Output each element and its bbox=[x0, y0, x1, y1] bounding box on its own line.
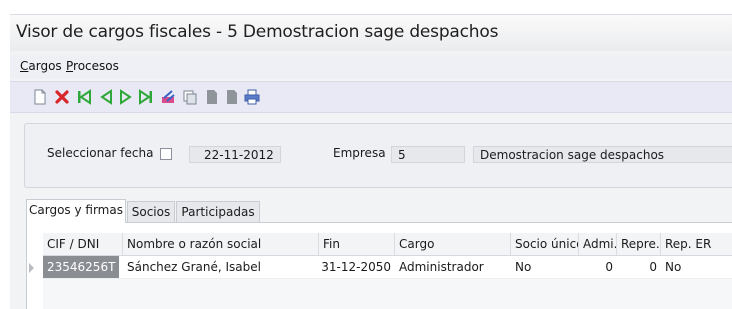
empresa-name-field: Demostracion sage despachos bbox=[473, 146, 732, 163]
app-window: Visor de cargos fiscales - 5 Demostracio… bbox=[10, 14, 732, 309]
cell-cif[interactable]: 23546256T bbox=[43, 256, 119, 278]
fecha-label: Seleccionar fecha bbox=[47, 146, 154, 160]
next-record-icon[interactable] bbox=[118, 89, 134, 105]
fecha-field[interactable]: 22-11-2012 bbox=[189, 146, 281, 163]
col-rep-er[interactable]: Rep. ER bbox=[661, 233, 732, 255]
cell-rep-er[interactable]: No bbox=[661, 256, 732, 278]
col-socio-unico[interactable]: Socio único bbox=[511, 233, 579, 255]
col-cargo[interactable]: Cargo bbox=[395, 233, 511, 255]
page-alt-icon[interactable] bbox=[224, 89, 240, 105]
title-bar: Visor de cargos fiscales - 5 Demostracio… bbox=[10, 15, 732, 51]
cell-admi[interactable]: 0 bbox=[579, 256, 617, 278]
tab-participadas[interactable]: Participadas bbox=[176, 201, 260, 223]
fecha-checkbox[interactable] bbox=[160, 148, 172, 160]
col-repre[interactable]: Repre. bbox=[617, 233, 661, 255]
print-icon[interactable] bbox=[244, 89, 260, 105]
window-title: Visor de cargos fiscales - 5 Demostracio… bbox=[16, 22, 499, 42]
menu-bar: Cargos Procesos bbox=[10, 55, 732, 79]
cell-fin[interactable]: 31-12-2050 bbox=[319, 256, 395, 278]
cell-socio-unico[interactable]: No bbox=[511, 256, 579, 278]
empresa-label: Empresa bbox=[333, 146, 386, 160]
table-row[interactable]: 23546256T Sánchez Grané, Isabel 31-12-20… bbox=[43, 256, 732, 279]
menu-cargos[interactable]: Cargos bbox=[20, 59, 62, 73]
toolbar bbox=[10, 81, 732, 113]
page-icon[interactable] bbox=[204, 89, 220, 105]
cell-cargo[interactable]: Administrador bbox=[395, 256, 511, 278]
col-nombre[interactable]: Nombre o razón social bbox=[123, 233, 319, 255]
cargos-grid-panel: CIF / DNI Nombre o razón social Fin Carg… bbox=[26, 222, 732, 309]
col-fin[interactable]: Fin bbox=[319, 233, 395, 255]
previous-record-icon[interactable] bbox=[98, 89, 114, 105]
last-record-icon[interactable] bbox=[138, 89, 154, 105]
cell-nombre[interactable]: Sánchez Grané, Isabel bbox=[123, 256, 319, 278]
clear-filter-icon[interactable] bbox=[160, 89, 176, 105]
tab-cargos-y-firmas[interactable]: Cargos y firmas bbox=[26, 199, 126, 223]
tab-socios[interactable]: Socios bbox=[127, 201, 175, 223]
grid-empty-area bbox=[43, 279, 732, 309]
empresa-code-field[interactable]: 5 bbox=[391, 146, 465, 163]
cell-repre[interactable]: 0 bbox=[617, 256, 661, 278]
filter-panel: Seleccionar fecha 22-11-2012 Empresa 5 D… bbox=[24, 123, 732, 188]
copy-icon[interactable] bbox=[182, 89, 198, 105]
menu-procesos[interactable]: Procesos bbox=[66, 59, 119, 73]
delete-icon[interactable] bbox=[54, 89, 70, 105]
col-admi[interactable]: Admi. bbox=[579, 233, 617, 255]
col-cif[interactable]: CIF / DNI bbox=[43, 233, 123, 255]
grid-header: CIF / DNI Nombre o razón social Fin Carg… bbox=[43, 233, 732, 256]
first-record-icon[interactable] bbox=[76, 89, 92, 105]
row-indicator-icon bbox=[29, 263, 34, 273]
new-document-icon[interactable] bbox=[32, 89, 48, 105]
